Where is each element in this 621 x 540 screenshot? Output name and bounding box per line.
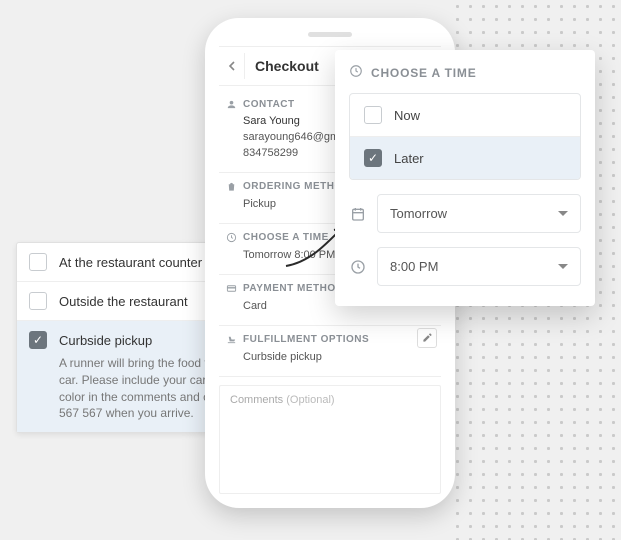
checkbox-icon bbox=[364, 106, 382, 124]
back-button[interactable] bbox=[219, 53, 245, 79]
time-option-label: Later bbox=[394, 151, 424, 166]
phone-speaker bbox=[308, 32, 352, 37]
choose-time-popover: CHOOSE A TIME Now ✓ Later Tomorrow 8:00 … bbox=[335, 50, 595, 306]
pickup-icon bbox=[225, 334, 237, 346]
chevron-down-icon bbox=[558, 211, 568, 216]
fulfillment-options-section: FULFILLMENT OPTIONS Curbside pickup bbox=[219, 326, 441, 377]
date-select[interactable]: Tomorrow bbox=[377, 194, 581, 233]
time-option-label: Now bbox=[394, 108, 420, 123]
section-heading: FULFILLMENT OPTIONS bbox=[243, 334, 369, 345]
calendar-icon bbox=[349, 206, 367, 222]
checkbox-icon bbox=[29, 292, 47, 310]
chevron-left-icon bbox=[227, 61, 237, 71]
comments-input[interactable]: Comments (Optional) bbox=[219, 385, 441, 494]
fulfillment-option-label: Curbside pickup bbox=[59, 333, 152, 348]
date-select-value: Tomorrow bbox=[390, 206, 447, 221]
clock-icon bbox=[225, 232, 237, 244]
person-icon bbox=[225, 98, 237, 110]
page-title: Checkout bbox=[255, 58, 319, 74]
time-mode-list: Now ✓ Later bbox=[349, 93, 581, 180]
comments-label: Comments bbox=[230, 394, 283, 406]
section-heading: PAYMENT METHOD bbox=[243, 283, 343, 294]
edit-fulfillment-button[interactable] bbox=[417, 328, 437, 348]
chevron-down-icon bbox=[558, 264, 568, 269]
fulfillment-option-label: At the restaurant counter bbox=[59, 255, 202, 270]
bag-icon bbox=[225, 181, 237, 193]
time-select[interactable]: 8:00 PM bbox=[377, 247, 581, 286]
checkbox-icon bbox=[29, 253, 47, 271]
section-heading: CONTACT bbox=[243, 99, 295, 110]
fulfillment-option-label: Outside the restaurant bbox=[59, 294, 188, 309]
pencil-icon bbox=[422, 332, 433, 343]
section-heading: CHOOSE A TIME bbox=[243, 232, 329, 243]
time-select-value: 8:00 PM bbox=[390, 259, 438, 274]
clock-icon bbox=[349, 259, 367, 275]
clock-icon bbox=[349, 64, 363, 81]
popover-title: CHOOSE A TIME bbox=[371, 66, 477, 80]
checkbox-icon: ✓ bbox=[29, 331, 47, 349]
fulfillment-options-value: Curbside pickup bbox=[225, 346, 435, 368]
card-icon bbox=[225, 283, 237, 295]
time-option-later[interactable]: ✓ Later bbox=[350, 137, 580, 179]
checkbox-icon: ✓ bbox=[364, 149, 382, 167]
time-option-now[interactable]: Now bbox=[350, 94, 580, 137]
comments-hint: (Optional) bbox=[286, 394, 334, 406]
